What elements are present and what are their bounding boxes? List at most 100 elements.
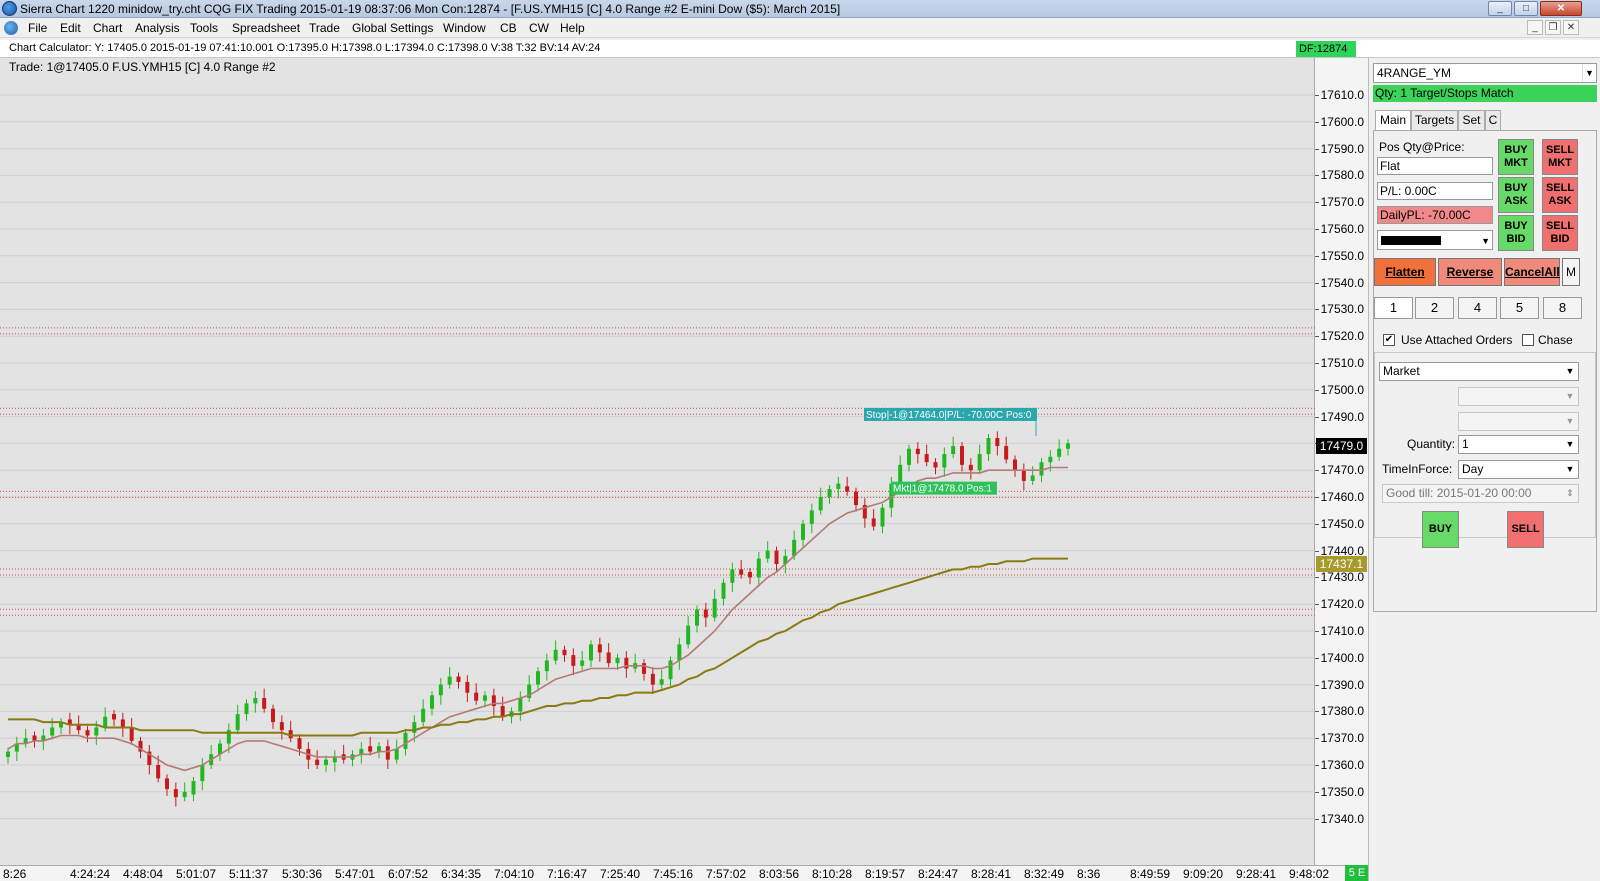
menu-analysis[interactable]: Analysis	[133, 20, 182, 36]
menu-tools[interactable]: Tools	[188, 20, 220, 36]
candle-body	[730, 569, 735, 583]
candle-body	[483, 695, 487, 701]
qty-button-4[interactable]: 4	[1458, 297, 1497, 319]
candle-body	[968, 464, 973, 471]
quantity-input[interactable]: 1 ▼	[1458, 435, 1579, 454]
flatten-button[interactable]: Flatten	[1374, 258, 1436, 286]
m-button[interactable]: M	[1562, 258, 1580, 286]
time-tick-label: 7:45:16	[653, 867, 694, 881]
time-in-force-select[interactable]: Day ▼	[1458, 460, 1579, 479]
sell-market-button[interactable]: SELL MKT	[1542, 139, 1578, 175]
chevron-down-icon[interactable]: ▼	[1481, 233, 1490, 249]
menu-window[interactable]: Window	[441, 20, 488, 36]
scroll-indicator-badge[interactable]: 5 E	[1345, 865, 1369, 881]
price-chart[interactable]: Stop|-1@17464.0|P/L: -70.00C Pos:0 Mkt|1@…	[0, 58, 1315, 865]
market-fill-label: Mkt|1@17478.0 Pos:1	[893, 484, 992, 495]
sell-ask-button[interactable]: SELL ASK	[1542, 177, 1578, 213]
cancel-all-button[interactable]: CancelAll	[1504, 258, 1560, 286]
sell-bid-button[interactable]: SELL BID	[1542, 215, 1578, 251]
chevron-down-icon[interactable]: ▼	[1563, 462, 1577, 477]
candle-body	[465, 681, 470, 693]
buy-bid-button[interactable]: BUY BID	[1498, 215, 1534, 251]
time-tick-label: 7:25:40	[600, 867, 641, 881]
time-tick-label: 7:04:10	[494, 867, 535, 881]
price-tick-mark	[1315, 229, 1319, 230]
ma-price-tag: 17437.1	[1316, 556, 1367, 573]
candle-body	[933, 462, 938, 468]
chase-checkbox[interactable]	[1522, 334, 1534, 346]
candle-body	[421, 708, 426, 723]
tab-c[interactable]: C	[1485, 110, 1501, 130]
chevron-down-icon[interactable]: ▼	[1582, 64, 1596, 82]
close-button[interactable]: ✕	[1540, 1, 1582, 16]
mdi-minimize-button[interactable]: _	[1527, 20, 1543, 35]
menu-trade[interactable]: Trade	[307, 20, 342, 36]
price-tick-label: 17560.0	[1320, 222, 1364, 236]
price-tick-mark	[1315, 363, 1319, 364]
candle-body	[394, 748, 399, 760]
buy-button[interactable]: BUY	[1422, 511, 1459, 548]
candle-body	[474, 692, 479, 701]
price-axis[interactable]: 17610.0 17600.0 17590.0 17580.0 17570.0 17560…	[1315, 58, 1368, 865]
time-in-force-label: TimeInForce:	[1382, 462, 1453, 476]
maximize-button[interactable]: □	[1514, 1, 1538, 16]
menu-spreadsheet[interactable]: Spreadsheet	[230, 20, 302, 36]
qty-button-5[interactable]: 5	[1500, 297, 1539, 319]
candle-body	[597, 644, 602, 653]
menu-file[interactable]: File	[26, 20, 49, 36]
menu-cw[interactable]: CW	[527, 20, 551, 36]
candle-body	[1039, 462, 1044, 476]
menu-help[interactable]: Help	[558, 20, 587, 36]
good-till-value: Good till: 2015-01-20 00:00	[1386, 486, 1532, 500]
candle-body	[456, 676, 461, 682]
price-tick-mark	[1315, 711, 1319, 713]
candle-body	[368, 746, 373, 752]
mdi-close-button[interactable]: ✕	[1563, 20, 1579, 35]
fast-moving-average-line	[7, 466, 1068, 772]
price2-select: ▼	[1458, 412, 1579, 431]
df-status-badge: DF:12874 ST:2	[1296, 41, 1356, 71]
qty-button-2[interactable]: 2	[1415, 297, 1454, 319]
tab-main[interactable]: Main	[1375, 110, 1411, 131]
price-tick-label: 17540.0	[1320, 275, 1364, 290]
time-tick-label: 7:57:02	[706, 867, 747, 881]
price-tick-label: 17600.0	[1320, 114, 1364, 129]
menu-chart[interactable]: Chart	[91, 20, 124, 36]
tab-set[interactable]: Set	[1458, 110, 1485, 130]
use-attached-orders-checkbox[interactable]: ✔	[1383, 334, 1395, 346]
order-type-select[interactable]: Market ▼	[1379, 362, 1579, 381]
qty-button-8[interactable]: 8	[1543, 297, 1582, 319]
color-selector[interactable]: ▼	[1377, 230, 1493, 250]
sell-button[interactable]: SELL	[1507, 511, 1544, 548]
price-tick-label: 17470.0	[1320, 463, 1364, 478]
chevron-down-icon: ▼	[1565, 391, 1575, 401]
time-tick-label: 5:30:36	[282, 867, 323, 881]
symbol-selector[interactable]: 4RANGE_YM ▼	[1373, 63, 1597, 83]
candle-body	[712, 598, 717, 618]
tab-targets[interactable]: Targets	[1411, 110, 1458, 130]
menu-global-settings[interactable]: Global Settings	[350, 20, 435, 36]
menu-bar: File Edit Chart Analysis Tools Spreadshe…	[0, 18, 1600, 38]
time-tick-label: 8:28:41	[971, 867, 1012, 881]
menu-cb[interactable]: CB	[498, 20, 519, 36]
mdi-restore-button[interactable]: ❐	[1545, 20, 1561, 35]
qty-button-1[interactable]: 1	[1374, 297, 1413, 319]
candle-body	[253, 698, 258, 704]
candle-body	[120, 719, 125, 728]
candle-body	[244, 703, 249, 715]
buy-ask-button[interactable]: BUY ASK	[1498, 177, 1534, 213]
candle-body	[562, 649, 567, 656]
chevron-down-icon[interactable]: ▼	[1563, 437, 1577, 452]
reverse-button[interactable]: Reverse	[1438, 258, 1502, 286]
chart-canvas[interactable]: Stop|-1@17464.0|P/L: -70.00C Pos:0 Mkt|1@…	[0, 58, 1315, 865]
buy-market-button[interactable]: BUY MKT	[1498, 139, 1534, 175]
candle-body	[359, 748, 364, 755]
chase-label: Chase	[1538, 333, 1573, 347]
menu-edit[interactable]: Edit	[58, 20, 83, 36]
minimize-button[interactable]: _	[1488, 1, 1512, 16]
chevron-down-icon[interactable]: ▼	[1563, 364, 1577, 379]
document-menu-icon[interactable]	[4, 21, 18, 35]
candle-body	[235, 714, 240, 731]
candle-body	[765, 550, 770, 559]
time-in-force-value: Day	[1462, 462, 1484, 476]
